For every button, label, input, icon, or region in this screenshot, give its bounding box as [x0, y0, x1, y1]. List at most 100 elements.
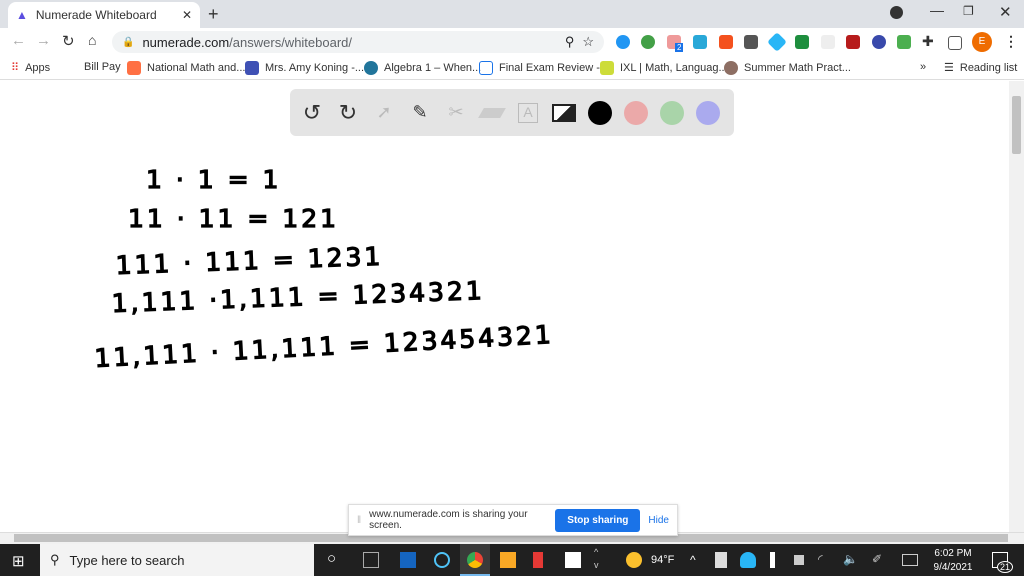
- media-icon[interactable]: [890, 6, 903, 19]
- clock[interactable]: 6:02 PM 9/4/2021: [930, 547, 976, 575]
- equation-line: 11,111 · 11,111 = 123454321: [94, 320, 555, 373]
- summer-math-icon: [724, 61, 738, 75]
- hide-button[interactable]: Hide: [648, 515, 669, 526]
- back-button[interactable]: ←: [11, 32, 26, 49]
- extension-icon[interactable]: [821, 35, 835, 49]
- bookmark-final-exam[interactable]: Final Exam Review -...: [479, 61, 609, 75]
- bookmark-national-math[interactable]: National Math and...: [127, 61, 245, 75]
- ixl-icon: [600, 61, 614, 75]
- extension-icon[interactable]: [872, 35, 886, 49]
- url-path: /answers/whiteboard/: [229, 34, 353, 50]
- media-app-icon[interactable]: [434, 552, 450, 568]
- onedrive-icon[interactable]: [740, 552, 756, 568]
- undo-icon[interactable]: ↺: [300, 100, 324, 125]
- task-view-icon[interactable]: [363, 552, 379, 568]
- tab-title: Numerade Whiteboard: [35, 8, 157, 22]
- color-black[interactable]: [588, 100, 612, 125]
- extension-icon[interactable]: [641, 35, 655, 49]
- cortana-icon[interactable]: ○: [327, 550, 336, 567]
- wordpress-icon: [364, 61, 378, 75]
- extension-icon[interactable]: [693, 35, 707, 49]
- store-icon[interactable]: [565, 552, 581, 568]
- zoom-icon[interactable]: ⚲: [565, 34, 575, 50]
- forward-button[interactable]: →: [36, 32, 51, 49]
- tray-icon[interactable]: [794, 555, 804, 565]
- windows-start-icon[interactable]: ⊞: [12, 552, 25, 570]
- show-hidden-icons[interactable]: ^: [690, 553, 696, 567]
- equation-line: 1,111 ·1,111 = 1234321: [111, 276, 485, 318]
- bookmark-amy-koning[interactable]: Mrs. Amy Koning -...: [245, 61, 364, 75]
- equation-line: 111 · 111 = 1231: [115, 242, 384, 280]
- text-icon[interactable]: A: [516, 101, 540, 125]
- overflow-chevron-icon[interactable]: ^ v: [594, 546, 599, 572]
- taskbar-search[interactable]: ⚲ Type here to search: [40, 544, 314, 576]
- wifi-icon[interactable]: ◜: [818, 552, 823, 566]
- eraser-icon[interactable]: [478, 101, 506, 125]
- close-tab-icon[interactable]: ✕: [182, 8, 192, 22]
- close-window-button[interactable]: ✕: [999, 3, 1012, 21]
- bookmark-ixl[interactable]: IXL | Math, Languag...: [600, 61, 728, 75]
- restore-button[interactable]: ❐: [963, 4, 974, 18]
- lock-icon: 🔒: [122, 36, 135, 48]
- bookmark-algebra[interactable]: Algebra 1 – When...: [364, 61, 481, 75]
- tray-icon[interactable]: [715, 552, 727, 568]
- clock-date: 9/4/2021: [933, 562, 973, 573]
- new-tab-button[interactable]: +: [208, 4, 219, 25]
- weather-icon[interactable]: [626, 552, 642, 568]
- screen-sharing-bar: ‖ www.numerade.com is sharing your scree…: [348, 504, 678, 536]
- bookmark-star-icon[interactable]: ☆: [582, 34, 594, 50]
- extension-icon[interactable]: [744, 35, 758, 49]
- weather-temp[interactable]: 94°F: [651, 554, 674, 566]
- vertical-scroll-thumb[interactable]: [1012, 96, 1021, 154]
- pdf-extension-icon[interactable]: [846, 35, 860, 49]
- snip-tool-icon[interactable]: [533, 552, 543, 568]
- bookmark-summer-math[interactable]: Summer Math Pract...: [724, 61, 851, 75]
- cast-icon[interactable]: [948, 36, 962, 50]
- pen-tray-icon[interactable]: ✐: [872, 552, 882, 566]
- tab-numerade[interactable]: ▲ Numerade Whiteboard ✕: [8, 2, 200, 28]
- x-logo-icon: [127, 61, 141, 75]
- calendar-icon: [245, 61, 259, 75]
- bookmarks-bar: ⠿ Apps Bill Pay National Math and... Mrs.…: [0, 56, 1024, 80]
- form-icon: [479, 61, 493, 75]
- extension-icon[interactable]: [719, 35, 733, 49]
- color-pink[interactable]: [624, 100, 648, 125]
- image-icon[interactable]: [552, 101, 576, 125]
- search-placeholder: Type here to search: [69, 552, 185, 568]
- tools-icon[interactable]: ✂: [444, 101, 468, 125]
- menu-icon[interactable]: ⋮: [1004, 33, 1018, 50]
- usb-icon[interactable]: [770, 552, 775, 568]
- whiteboard-canvas[interactable]: 1 · 1 = 1 11 · 11 = 121 111 · 111 = 1231…: [0, 81, 1009, 532]
- chrome-taskbar-button[interactable]: [460, 544, 490, 576]
- keyboard-icon[interactable]: [902, 554, 918, 566]
- extension-icon[interactable]: [616, 35, 630, 49]
- select-cursor-icon[interactable]: ➚: [372, 101, 396, 125]
- bookmark-bill-pay[interactable]: Bill Pay: [84, 61, 121, 73]
- extension-icon[interactable]: [795, 35, 809, 49]
- volume-icon[interactable]: 🔈: [843, 552, 858, 566]
- chrome-icon: [467, 552, 483, 568]
- bookmark-apps[interactable]: ⠿ Apps: [11, 61, 50, 75]
- mail-app-icon[interactable]: [400, 552, 416, 568]
- drag-handle-icon[interactable]: ‖: [357, 515, 361, 526]
- sharing-message: www.numerade.com is sharing your screen.: [369, 509, 528, 531]
- pen-icon[interactable]: ✎: [408, 101, 432, 125]
- extensions-puzzle-icon[interactable]: ✚: [922, 33, 934, 50]
- extension-icon[interactable]: [897, 35, 911, 49]
- extension-badge: 2: [675, 43, 684, 52]
- search-icon: ⚲: [50, 552, 60, 567]
- stop-sharing-button[interactable]: Stop sharing: [555, 508, 641, 532]
- color-purple[interactable]: [696, 100, 720, 125]
- equation-line: 1 · 1 = 1: [146, 165, 281, 194]
- reload-button[interactable]: ↻: [62, 32, 75, 50]
- home-button[interactable]: ⌂: [88, 32, 96, 48]
- minimize-button[interactable]: —: [930, 2, 944, 18]
- more-bookmarks-button[interactable]: »: [920, 61, 926, 73]
- profile-avatar[interactable]: E: [972, 32, 992, 52]
- redo-icon[interactable]: ↻: [336, 100, 360, 125]
- numerade-logo-icon: ▲: [16, 8, 28, 22]
- reading-list-button[interactable]: ☰ Reading list: [944, 61, 1017, 75]
- color-green[interactable]: [660, 100, 684, 125]
- address-bar[interactable]: 🔒 numerade.com/answers/whiteboard/ ⚲ ☆: [112, 31, 604, 53]
- file-explorer-icon[interactable]: [500, 552, 516, 568]
